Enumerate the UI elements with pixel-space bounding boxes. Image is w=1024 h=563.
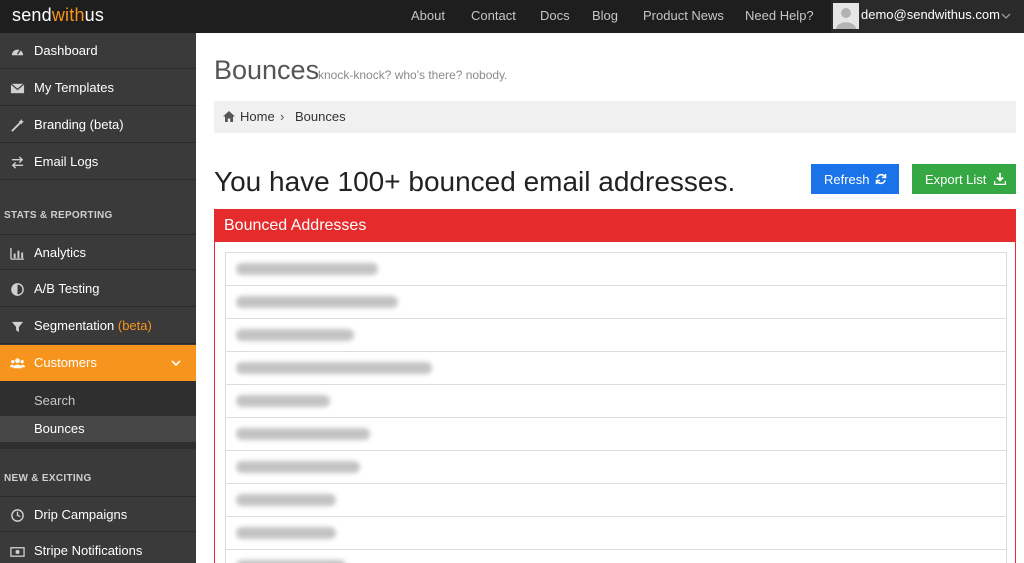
envelope-icon [10,83,25,94]
refresh-button[interactable]: Refresh [811,164,899,194]
sidebar-item-label: Branding (beta) [34,117,124,132]
refresh-icon [875,173,887,185]
nav-contact[interactable]: Contact [471,8,516,23]
money-icon [10,547,25,557]
beta-badge: (beta) [117,318,152,333]
list-item[interactable] [226,253,1006,286]
nav-about[interactable]: About [411,8,445,23]
section-heading-new: NEW & EXCITING [4,473,92,484]
customers-submenu: Search Bounces [0,381,196,449]
export-list-button[interactable]: Export List [912,164,1016,194]
list-item[interactable] [226,385,1006,418]
list-item[interactable] [226,319,1006,352]
sidebar-item-ab-testing[interactable]: A/B Testing [0,271,196,307]
submenu-item-bounces[interactable]: Bounces [0,416,196,442]
exchange-icon [11,156,24,169]
bounced-addresses-panel: Bounced Addresses [214,209,1016,563]
user-menu[interactable]: demo@sendwithus.com [831,0,1024,33]
panel-title: Bounced Addresses [224,217,367,234]
sidebar-item-my-templates[interactable]: My Templates [0,70,196,106]
redacted-address [236,461,360,473]
user-email: demo@sendwithus.com [861,7,1000,22]
brand-suffix: us [84,5,105,25]
breadcrumb-current: Bounces [295,109,346,124]
breadcrumb-home-link[interactable]: Home [240,109,275,124]
export-button-label: Export List [925,172,987,187]
redacted-address [236,362,432,374]
redacted-address [236,329,354,341]
refresh-button-label: Refresh [824,172,870,187]
breadcrumb: Home › Bounces [214,101,1016,133]
sidebar-item-label: Drip Campaigns [34,507,128,522]
adjust-icon [11,283,24,296]
sidebar-item-label: Customers [34,355,97,370]
sidebar-item-dashboard[interactable]: Dashboard [0,33,196,69]
avatar [833,3,859,29]
bounced-address-list [225,252,1007,563]
nav-blog[interactable]: Blog [592,8,618,23]
bounce-count-headline: You have 100+ bounced email addresses. [214,166,736,197]
sidebar-item-label: Stripe Notifications [34,543,143,558]
main-content: Bounces knock-knock? who's there? nobody… [196,33,1024,563]
breadcrumb-separator: › [280,109,285,124]
sidebar-item-analytics[interactable]: Analytics [0,234,196,270]
redacted-address [236,263,378,275]
top-navbar: sendwithus About Contact Docs Blog Produ… [0,0,1024,33]
submenu-item-label: Bounces [34,421,85,436]
download-icon [994,173,1006,185]
filter-icon [11,321,24,333]
sidebar-item-drip-campaigns[interactable]: Drip Campaigns [0,496,196,532]
clock-icon [11,509,24,522]
sidebar-item-segmentation[interactable]: Segmentation (beta) [0,308,196,344]
nav-docs[interactable]: Docs [540,8,570,23]
list-item[interactable] [226,550,1006,563]
panel-header: Bounced Addresses [215,210,1015,242]
redacted-address [236,296,398,308]
chevron-down-icon [171,360,181,367]
sidebar-item-label: A/B Testing [34,281,100,296]
home-icon [223,111,235,122]
list-item[interactable] [226,451,1006,484]
sidebar-item-customers[interactable]: Customers [0,345,196,381]
users-icon [10,358,25,369]
brand-accent: with [51,5,85,25]
nav-need-help[interactable]: Need Help? [745,8,814,23]
sidebar: Dashboard My Templates Branding (beta) E… [0,33,196,563]
sidebar-item-label: My Templates [34,80,114,95]
brand-logo[interactable]: sendwithus [12,5,104,26]
submenu-item-label: Search [34,393,76,408]
redacted-address [236,395,330,407]
sidebar-item-branding[interactable]: Branding (beta) [0,107,196,143]
sidebar-item-label: Segmentation (beta) [34,318,152,333]
chevron-down-icon [1001,13,1011,19]
sidebar-item-label: Dashboard [34,43,98,58]
dashboard-icon [11,49,24,56]
list-item[interactable] [226,517,1006,550]
list-item[interactable] [226,352,1006,385]
redacted-address [236,527,336,539]
brand-prefix: send [12,5,52,25]
sidebar-item-email-logs[interactable]: Email Logs [0,144,196,180]
nav-product-news[interactable]: Product News [643,8,724,23]
list-item[interactable] [226,286,1006,319]
redacted-address [236,494,336,506]
redacted-address [236,428,370,440]
sidebar-item-label: Analytics [34,245,87,260]
sidebar-item-label: Email Logs [34,154,99,169]
magic-wand-icon [11,118,25,132]
list-item[interactable] [226,484,1006,517]
sidebar-item-stripe-notifications[interactable]: Stripe Notifications [0,533,196,563]
segmentation-label: Segmentation [34,318,115,333]
page-subtitle: knock-knock? who's there? nobody. [318,68,508,82]
page-title: Bounces [214,55,320,85]
section-heading-stats: STATS & REPORTING [4,210,113,221]
submenu-item-search[interactable]: Search [0,388,196,414]
bar-chart-icon [10,247,25,260]
list-item[interactable] [226,418,1006,451]
